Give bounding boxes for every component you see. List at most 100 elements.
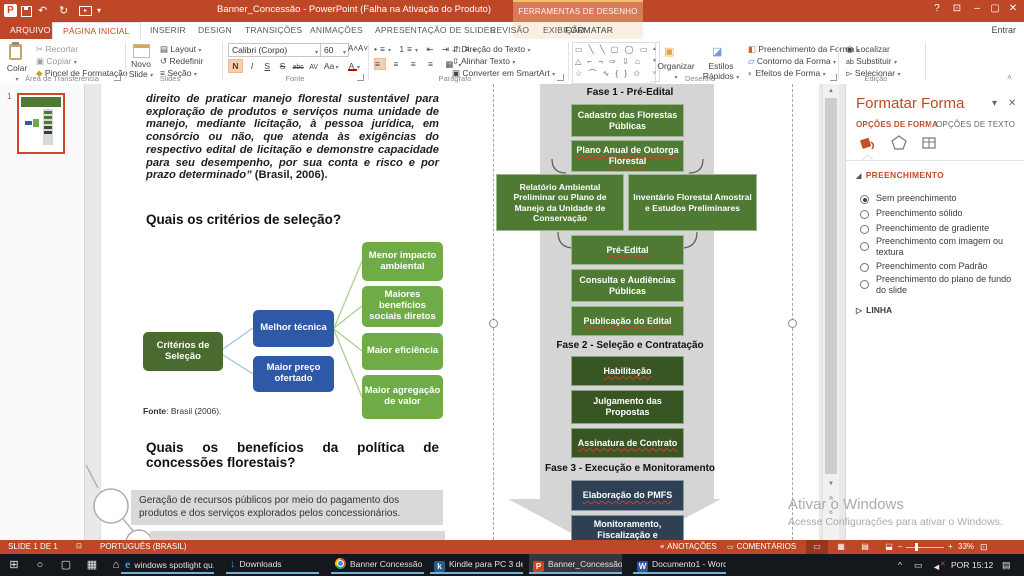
accessibility-icon[interactable]: ⊡ [76,540,82,554]
replace-button[interactable]: ab Substituir ▾ [846,56,897,66]
redo-button[interactable]: ↻ [59,3,68,19]
diagram-leaf-box[interactable]: Menor impacto ambiental [362,242,443,281]
reset-button[interactable]: ↺ Redefinir [160,56,204,67]
option-label[interactable]: Preenchimento do plano de fundo do slide [876,274,1018,296]
flow-box[interactable]: Pré-Edital [571,235,684,265]
start-button[interactable]: ⊞ [2,554,26,576]
drawing-dialog-launcher[interactable] [830,74,837,81]
taskbar-app-kindle[interactable]: kKindle para PC 3 de ... [430,554,523,574]
close-button[interactable]: ✕ [1004,3,1022,14]
fase2-label[interactable]: Fase 2 - Seleção e Contratação [500,340,760,351]
qat-customize-button[interactable]: ▾ [97,3,101,19]
collapse-ribbon-button[interactable]: ˄ [1007,72,1012,82]
pane-menu-icon[interactable]: ▾ [992,98,997,109]
flow-box[interactable]: Julgamento das Propostas [571,390,684,424]
change-case-button[interactable]: Aa [323,60,336,72]
justify-button[interactable]: ≡ [428,59,438,69]
fase3-label[interactable]: Fase 3 - Execução e Monitoramento [500,463,760,474]
cortana-search-button[interactable]: ○ [28,554,52,576]
align-left-button[interactable]: ≡ [374,58,386,70]
scroll-up-icon[interactable]: ▲ [824,85,838,97]
clipboard-dialog-launcher[interactable] [114,74,121,81]
slide-editing-area[interactable]: direito de praticar manejo florestal sus… [85,84,845,540]
tab-opcoes-de-forma[interactable]: OPÇÕES DE FORMA [856,120,938,129]
radio-preenchimento-gradiente[interactable] [860,225,869,234]
taskbar-app-downloads[interactable]: ↓Downloads [226,554,319,574]
tab-formatar[interactable]: FORMATAR [555,22,623,39]
shape-fill-button[interactable]: ◧ Preenchimento da Forma ▾ [748,44,860,55]
sign-in-link[interactable]: Entrar [991,22,1016,39]
layout-button[interactable]: ▤ Layout ▾ [160,44,201,55]
reading-view-button[interactable]: ▤ [854,540,876,554]
flow-box[interactable]: Publicação do Edital [571,306,684,336]
radio-preenchimento-padrao[interactable] [860,263,869,272]
volume-muted-icon[interactable]: ◄✕ [932,554,946,576]
benefit-item[interactable]: Geração de recursos públicos por meio do… [131,490,443,525]
start-presentation-icon[interactable]: ▸ [79,6,92,16]
slide-1-thumbnail[interactable] [17,93,65,154]
size-properties-icon[interactable] [920,134,938,151]
flow-box[interactable]: Cadastro das Florestas Públicas [571,104,684,137]
save-icon[interactable] [21,6,32,17]
find-button[interactable]: ◉ Localizar [846,44,890,55]
font-family-combo[interactable]: Calibri (Corpo)▾ [228,43,321,57]
zoom-slider-track[interactable] [906,547,944,548]
flow-box[interactable]: Relatório Ambiental Preliminar ou Plano … [496,174,624,231]
option-label[interactable]: Sem preenchimento [876,193,1018,204]
scroll-down-icon[interactable]: ▼ [824,478,838,490]
decrease-indent-button[interactable]: ⇤ [426,44,436,54]
tab-revisao[interactable]: REVISÃO [480,22,539,39]
calculator-app-button[interactable]: ▦ [80,554,104,576]
clear-formatting-icon[interactable]: abc [292,63,305,72]
tab-design[interactable]: DESIGN [188,22,242,39]
numbering-button[interactable]: 1≡ [399,44,415,54]
network-display-icon[interactable]: ▭ [914,554,923,576]
help-button[interactable]: ? [928,3,946,14]
character-spacing-button[interactable]: AV [307,63,320,72]
text-direction-button[interactable]: ⇵ Direção do Texto ▾ [452,44,531,55]
effects-icon[interactable] [890,134,908,151]
font-size-combo[interactable]: 60▾ [320,43,349,57]
italic-button[interactable]: I [245,60,258,72]
strikethrough-button[interactable]: S [276,60,289,72]
flow-box[interactable]: Monitoramento, Fiscalização e Auditorias [571,515,684,540]
diagram-root-box[interactable]: Critérios de Seleção [143,332,223,371]
align-right-button[interactable]: ≡ [411,59,421,69]
shape-outline-button[interactable]: ▱ Contorno da Forma ▾ [748,56,836,67]
zoom-out-button[interactable]: – [898,540,902,554]
next-slide-button[interactable]: « [824,506,838,518]
comments-button[interactable]: ▭COMENTÁRIOS [727,540,796,555]
diagram-leaf-box[interactable]: Maior eficiência [362,333,443,370]
zoom-slider-thumb[interactable] [915,543,918,551]
fit-slide-to-window-button[interactable]: ⊡ [980,540,988,554]
fase1-label[interactable]: Fase 1 - Pré-Edital [500,87,760,98]
restore-button[interactable]: ▢ [986,3,1004,14]
shapes-gallery[interactable]: ▭ ╲ ╲ ▢ ◯ ▭ △ ⌐ ¬ ⇨ ⇩ ⌂ ☆ ⌒ ∿ { } ✩ [572,42,656,84]
paragraph-dialog-launcher[interactable] [557,74,564,81]
vertical-scrollbar[interactable]: ▲ ▼ « « [822,84,839,540]
bold-button[interactable]: N [228,59,243,73]
language-indicator[interactable]: PORTUGUÊS (BRASIL) [100,540,187,554]
align-center-button[interactable]: ≡ [393,59,403,69]
action-center-button[interactable]: ▤ [1002,554,1011,576]
minimize-button[interactable]: – [968,3,986,14]
slideshow-view-button[interactable]: ⬓ [878,540,900,554]
notes-button[interactable]: ≡ANOTAÇÕES [660,540,717,555]
bullets-button[interactable]: •≡ [374,44,388,54]
tab-pagina-inicial[interactable]: PÁGINA INICIAL [52,22,141,40]
line-section-header[interactable]: ▷LINHA [856,305,892,315]
zoom-in-button[interactable]: + [948,540,953,554]
normal-view-button[interactable]: ▭ [806,540,828,554]
radio-preenchimento-imagem[interactable] [860,242,869,251]
diagram-leaf-box[interactable]: Maior agregação de valor [362,375,443,419]
slide-quote-text[interactable]: direito de praticar manejo florestal sus… [146,93,439,182]
taskbar-app-edge[interactable]: ewindows spotlight qu... [121,554,214,574]
clock[interactable]: 15:12 [972,554,993,576]
option-label[interactable]: Preenchimento com imagem ou textura [876,236,1018,258]
undo-button[interactable]: ↶ [38,3,47,19]
keyboard-language-indicator[interactable]: POR [951,554,969,576]
diagram-mid-box[interactable]: Melhor técnica [253,310,334,347]
benefit-item-partial[interactable] [150,531,445,540]
fill-section-header[interactable]: ◢PREENCHIMENTO [856,170,944,180]
radio-sem-preenchimento[interactable] [860,195,869,204]
